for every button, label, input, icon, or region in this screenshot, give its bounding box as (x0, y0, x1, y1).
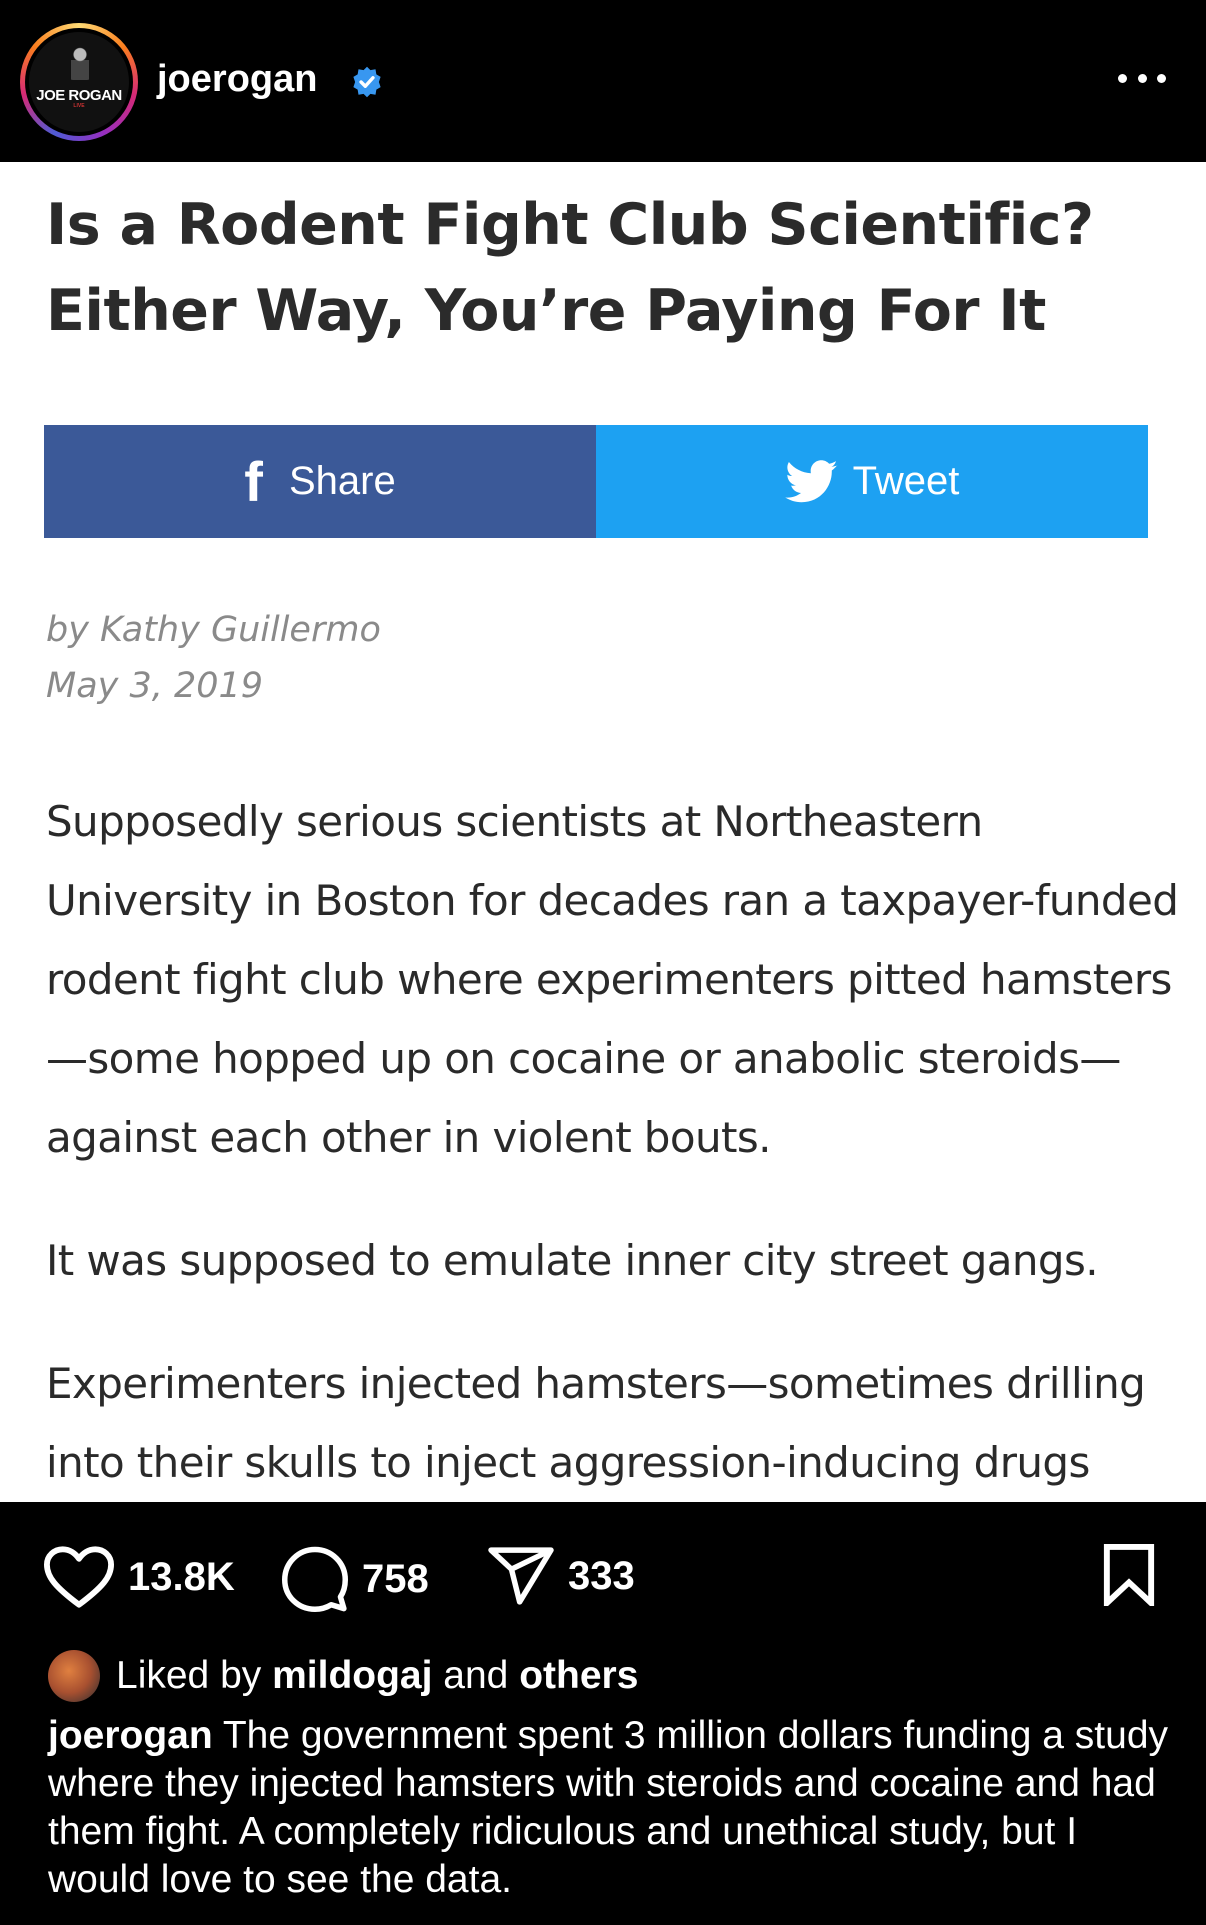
comment-count[interactable]: 758 (362, 1557, 429, 1602)
comment-icon[interactable] (282, 1546, 348, 1612)
facebook-share-button: f Share (44, 425, 596, 538)
avatar-figure (69, 46, 91, 80)
twitter-bird-icon (784, 459, 838, 502)
post-actions: 13.8K 758 333 (0, 1502, 1206, 1652)
username[interactable]: joerogan (157, 56, 317, 102)
caption-username[interactable]: joerogan (48, 1714, 213, 1757)
post-caption: joerogan The government spent 3 million … (48, 1712, 1178, 1904)
share-button[interactable]: 333 (488, 1546, 635, 1606)
story-ring[interactable]: JOE ROGAN LIVE (20, 23, 138, 141)
liked-by-prefix: Liked by (116, 1654, 262, 1697)
avatar-logo-text: JOE ROGAN LIVE (36, 87, 122, 109)
article-paragraph: It was supposed to emulate inner city st… (46, 1236, 1099, 1285)
article-paragraph: Supposedly serious scientists at Northea… (46, 797, 1179, 1162)
article-date: May 3, 2019 (46, 666, 264, 706)
article-author: by Kathy Guillermo (46, 610, 381, 650)
article-headline: Is a Rodent Fight Club Scientific? Eithe… (46, 192, 1094, 344)
article-body: Supposedly serious scientists at Northea… (46, 782, 1196, 1502)
article-paragraph: Experimenters injected hamsters—sometime… (46, 1359, 1146, 1487)
twitter-tweet-label: Tweet (852, 459, 960, 503)
facebook-share-label: Share (288, 459, 396, 503)
bookmark-icon[interactable] (1102, 1544, 1156, 1606)
like-button[interactable]: 13.8K (44, 1546, 235, 1608)
liked-by-row[interactable]: Liked by mildogaj and others (48, 1650, 638, 1702)
avatar[interactable]: JOE ROGAN LIVE (29, 32, 129, 132)
liker-avatar[interactable] (48, 1650, 100, 1702)
post-image[interactable]: Is a Rodent Fight Club Scientific? Eithe… (0, 162, 1206, 1502)
article-byline: by Kathy Guillermo May 3, 2019 (46, 602, 381, 714)
share-bar: f Share Tweet (44, 425, 1148, 538)
facebook-icon: f (244, 449, 263, 513)
comment-button[interactable]: 758 (282, 1546, 429, 1612)
heart-icon[interactable] (44, 1546, 114, 1608)
liked-by-user[interactable]: mildogaj (272, 1654, 432, 1698)
liked-by-middle: and (443, 1654, 509, 1697)
like-count[interactable]: 13.8K (128, 1555, 235, 1600)
more-options-icon[interactable] (1118, 72, 1166, 84)
send-icon[interactable] (488, 1546, 554, 1606)
post-header: JOE ROGAN LIVE joerogan (0, 0, 1206, 162)
liked-by-others[interactable]: others (519, 1654, 638, 1698)
twitter-tweet-button: Tweet (596, 425, 1148, 538)
verified-badge-icon (353, 66, 381, 98)
caption-text: The government spent 3 million dollars f… (48, 1714, 1169, 1901)
share-count[interactable]: 333 (568, 1554, 635, 1599)
